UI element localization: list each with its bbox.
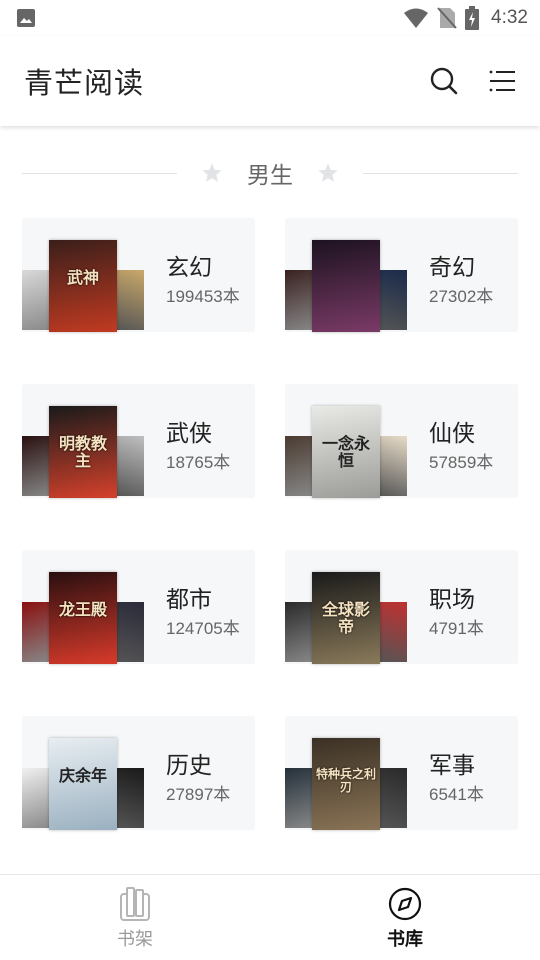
book-cover [285,436,315,496]
book-cover [114,602,144,662]
book-cover [377,270,407,330]
book-covers: 全球影帝 [285,572,409,664]
book-covers: 一念永恒 [285,406,409,498]
book-cover [312,240,380,332]
book-cover [114,436,144,496]
book-cover [377,436,407,496]
category-name: 军事 [429,753,475,779]
book-cover: 特种兵之利刃 [312,738,380,830]
divider [363,172,518,174]
app-title: 青芒阅读 [24,66,145,100]
book-cover [285,768,315,828]
book-cover: 武神 [49,240,117,332]
category-card[interactable]: 奇幻 27302本 [285,218,518,332]
category-count: 57859本 [429,453,494,472]
book-cover: 全球影帝 [312,572,380,664]
book-cover [22,768,52,828]
menu-list-icon [489,70,515,92]
nav-bookshelf[interactable]: 书架 [0,875,270,960]
book-cover [285,602,315,662]
category-name: 仙侠 [429,421,475,447]
book-cover: 龙王殿 [49,572,117,664]
status-bar: 4:32 [0,0,540,36]
book-covers: 武神 [22,240,146,332]
category-card[interactable]: 明教教主 武侠 18765本 [22,384,255,498]
category-count: 27897本 [166,785,231,804]
book-covers: 特种兵之利刃 [285,738,409,830]
search-button[interactable] [428,65,460,97]
nav-library[interactable]: 书库 [270,875,540,960]
book-cover: 明教教主 [49,406,117,498]
category-name: 都市 [166,587,212,613]
book-cover [285,270,315,330]
category-name: 历史 [166,753,212,779]
book-cover: 一念永恒 [312,406,380,498]
book-cover-title: 龙王殿 [58,600,107,619]
category-count: 4791本 [429,619,484,638]
book-cover [22,602,52,662]
menu-button[interactable] [486,65,518,97]
category-count: 199453本 [166,287,240,306]
book-cover [22,436,52,496]
category-name: 奇幻 [429,255,475,281]
category-count: 124705本 [166,619,240,638]
book-cover [22,270,52,330]
book-cover [114,768,144,828]
nav-label: 书库 [387,929,423,950]
category-count: 6541本 [429,785,484,804]
nav-label: 书架 [117,929,153,950]
compass-icon [388,887,422,921]
bookshelf-icon [120,887,150,921]
book-cover-title: 一念永恒 [321,434,370,470]
category-count: 18765本 [166,453,231,472]
category-card[interactable]: 一念永恒 仙侠 57859本 [285,384,518,498]
book-cover-title: 明教教主 [58,434,107,470]
star-icon [317,162,339,184]
wifi-icon [403,7,429,29]
category-card[interactable]: 龙王殿 都市 124705本 [22,550,255,664]
section-heading: 男生 [22,150,518,196]
app-header: 青芒阅读 [0,36,540,126]
category-name: 玄幻 [166,255,212,281]
book-cover-title: 武神 [66,268,99,287]
category-card[interactable]: 全球影帝 职场 4791本 [285,550,518,664]
star-icon [201,162,223,184]
book-cover [114,270,144,330]
category-card[interactable]: 特种兵之利刃 军事 6541本 [285,716,518,830]
no-sim-icon [437,6,457,30]
book-cover: 庆余年 [49,738,117,830]
category-count: 27302本 [429,287,494,306]
book-cover-title: 全球影帝 [321,600,370,636]
book-cover-title: 特种兵之利刃 [316,767,377,794]
book-covers [285,240,409,332]
bottom-navigation: 书架 书库 [0,874,540,960]
book-covers: 龙王殿 [22,572,146,664]
book-cover-title: 庆余年 [58,766,107,785]
book-cover [377,602,407,662]
section-title: 男生 [247,163,293,189]
image-notification-icon [16,8,36,28]
divider [22,172,177,174]
battery-charging-icon [465,6,480,30]
search-icon [430,67,458,95]
book-covers: 庆余年 [22,738,146,830]
status-time: 4:32 [491,7,528,28]
book-cover [377,768,407,828]
book-covers: 明教教主 [22,406,146,498]
category-card[interactable]: 武神 玄幻 199453本 [22,218,255,332]
category-name: 武侠 [166,421,212,447]
category-card[interactable]: 庆余年 历史 27897本 [22,716,255,830]
category-name: 职场 [429,587,475,613]
